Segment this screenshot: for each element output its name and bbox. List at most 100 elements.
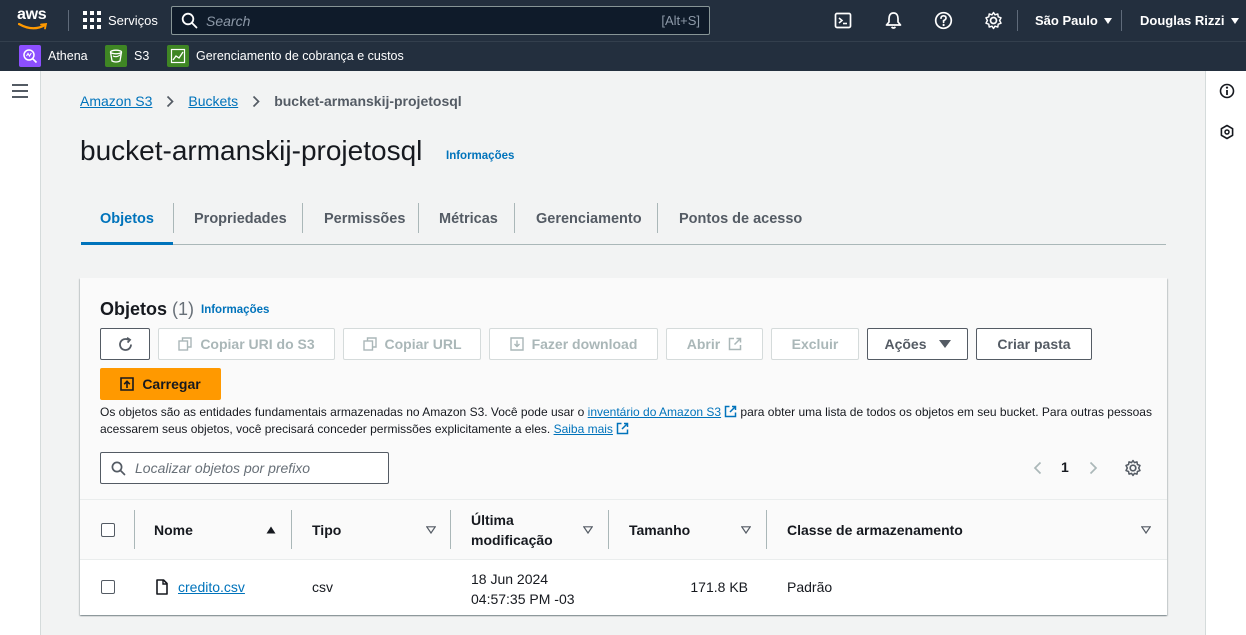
copy-icon [362,337,377,351]
column-type-label: Tipo [312,522,342,538]
right-tools-rail [1205,71,1246,635]
objects-table-header: Nome Tipo Última modificação Tamanho Cla… [80,500,1167,560]
caret-down-icon [1103,17,1112,24]
column-name-label: Nome [154,522,193,538]
cloudshell-icon[interactable] [834,11,853,30]
search-input[interactable]: Search [Alt+S] [171,6,710,35]
refresh-icon [118,336,132,351]
object-last-modified: 18 Jun 2024 04:57:35 PM -03 [471,569,575,609]
create-folder-button[interactable]: Criar pasta [976,328,1092,360]
chevron-left-icon[interactable] [1033,461,1042,475]
breadcrumb: Amazon S3 Buckets bucket-armanskij-proje… [80,93,462,109]
billing-chart-icon [167,45,189,67]
chevron-right-icon[interactable] [1089,461,1098,475]
download-label: Fazer download [531,336,638,352]
objects-count: (1) [172,299,195,319]
row-checkbox[interactable] [101,580,115,594]
settings-gear-icon[interactable] [984,11,1003,30]
favorite-label: S3 [134,49,150,63]
favorite-s3[interactable]: S3 [105,45,149,67]
info-icon[interactable] [1219,83,1235,99]
objects-info-link[interactable]: Informações [201,304,269,316]
sort-icon [741,526,751,534]
notifications-bell-icon[interactable] [884,11,903,30]
table-row[interactable]: credito.csv csv 18 Jun 2024 04:57:35 PM … [80,560,1167,615]
breadcrumb-amazon-s3[interactable]: Amazon S3 [80,93,152,109]
prefix-search-input[interactable]: Localizar objetos por prefixo [100,452,389,484]
actions-label: Ações [884,336,927,352]
caret-down-icon [1230,17,1239,24]
divider [1017,10,1018,31]
tools-hexagon-icon[interactable] [1219,124,1235,140]
column-size[interactable]: Tamanho [629,500,759,560]
copy-url-button[interactable]: Copiar URL [343,328,481,360]
delete-button[interactable]: Excluir [771,328,859,360]
favorites-bar: Athena S3 Gerenciamento de cobrança e cu… [0,41,1246,71]
download-button[interactable]: Fazer download [489,328,658,360]
breadcrumb-buckets[interactable]: Buckets [188,93,238,109]
upload-button[interactable]: Carregar [100,368,221,400]
column-type[interactable]: Tipo [312,500,452,560]
sort-icon [426,526,436,534]
tab-objects[interactable]: Objetos [81,193,173,245]
object-name-link[interactable]: credito.csv [178,579,245,595]
search-shortcut: [Alt+S] [661,13,700,28]
tab-access-points[interactable]: Pontos de acesso [679,193,802,244]
refresh-button[interactable] [100,328,150,360]
select-all-checkbox[interactable] [101,523,115,537]
learn-more-link[interactable]: Saiba mais [554,422,613,436]
object-date: 18 Jun 2024 [471,571,549,587]
copy-s3-uri-button[interactable]: Copiar URI do S3 [158,328,335,360]
favorite-billing[interactable]: Gerenciamento de cobrança e custos [167,45,404,67]
tab-permissions[interactable]: Permissões [324,193,405,244]
external-link-icon [616,422,629,435]
top-navigation: aws Serviços Search [Alt+S] São Paulo Do… [0,0,1246,41]
sort-icon [1141,526,1151,534]
services-menu[interactable]: Serviços [83,11,158,29]
divider [68,10,69,31]
objects-panel-header: Objetos (1) Informações Copiar URI do S3… [80,278,1167,500]
create-folder-label: Criar pasta [997,336,1071,352]
aws-logo[interactable]: aws [17,7,51,33]
chevron-right-icon [253,95,260,107]
account-menu[interactable]: Douglas Rizzi [1140,13,1239,28]
column-name[interactable]: Nome [154,500,284,560]
athena-icon [19,45,41,67]
s3-inventory-link[interactable]: inventário do Amazon S3 [588,405,721,419]
region-selector[interactable]: São Paulo [1035,13,1112,28]
grid-icon [83,11,101,29]
objects-description: Os objetos são as entidades fundamentais… [100,404,1160,438]
column-modified-label: Última [471,512,514,528]
open-button[interactable]: Abrir [666,328,763,360]
favorite-athena[interactable]: Athena [19,45,88,67]
page-title: bucket-armanskij-projetosql [80,135,423,166]
download-icon [509,337,524,351]
copy-s3-uri-label: Copiar URI do S3 [200,336,315,352]
tab-management[interactable]: Gerenciamento [536,193,642,244]
help-icon[interactable] [934,11,953,30]
tab-properties[interactable]: Propriedades [194,193,287,244]
caret-down-icon [938,340,951,348]
menu-hamburger-icon[interactable] [12,84,28,98]
column-storage-class[interactable]: Classe de armazenamento [787,500,1152,560]
column-last-modified[interactable]: Última modificação [471,500,601,560]
page-info-link[interactable]: Informações [446,150,514,162]
prefix-search-placeholder: Localizar objetos por prefixo [135,460,311,476]
services-label: Serviços [108,12,158,28]
copy-url-label: Copiar URL [384,336,462,352]
search-placeholder: Search [206,12,251,29]
s3-bucket-icon [105,45,127,67]
object-time: 04:57:35 PM -03 [471,591,575,607]
object-size: 171.8 KB [690,579,748,595]
region-label: São Paulo [1035,13,1098,28]
user-name: Douglas Rizzi [1140,13,1225,28]
tabs: Objetos Propriedades Permissões Métricas… [81,193,1166,245]
file-icon [156,579,168,595]
tab-metrics[interactable]: Métricas [439,193,498,244]
upload-label: Carregar [142,376,201,392]
page-number[interactable]: 1 [1061,459,1069,475]
breadcrumb-current: bucket-armanskij-projetosql [274,93,462,109]
actions-dropdown[interactable]: Ações [867,328,968,360]
aws-logo-text: aws [17,6,47,23]
table-settings-gear-icon[interactable] [1124,459,1142,477]
